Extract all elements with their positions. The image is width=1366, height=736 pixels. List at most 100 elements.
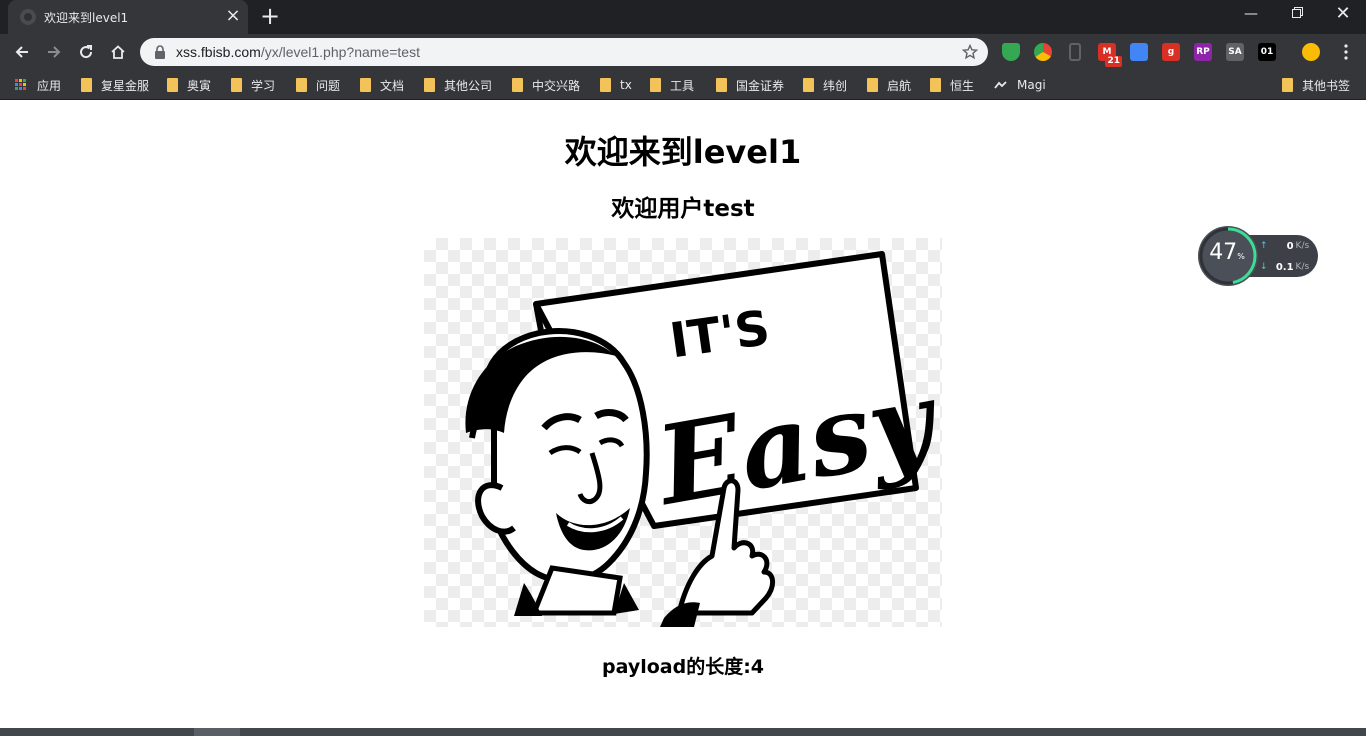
bookmark-folder[interactable]: 中交兴路	[512, 76, 580, 94]
reload-icon	[80, 45, 93, 59]
download-value: 0.1	[1275, 261, 1294, 273]
bookmark-label: 复星金服	[101, 78, 150, 93]
cube-extension-icon[interactable]	[1130, 43, 1148, 61]
folder-icon	[930, 78, 941, 92]
welcome-heading: 欢迎用户test	[611, 196, 755, 222]
folder-icon	[803, 78, 814, 92]
bookmark-label: 工具	[670, 78, 695, 93]
close-window-button[interactable]: ✕	[1320, 0, 1366, 30]
browser-tab[interactable]: 欢迎来到level1 ×	[8, 0, 248, 34]
usage-percent-value: 47	[1209, 240, 1238, 265]
bookmark-extension-icon[interactable]	[1069, 43, 1081, 61]
folder-icon	[81, 78, 92, 92]
bookmark-label: 应用	[37, 78, 62, 93]
bookmark-label: 奥寅	[187, 78, 212, 93]
reload-button[interactable]	[72, 38, 100, 66]
taskbar	[0, 728, 1366, 736]
page-heading: 欢迎来到level1	[564, 133, 802, 171]
bookmark-star-icon[interactable]	[962, 44, 978, 60]
upload-speed: ↑ 0 K/s	[1260, 239, 1316, 253]
bookmark-label: 文档	[380, 78, 405, 93]
taskbar-chrome-item[interactable]	[194, 728, 240, 736]
folder-icon	[650, 78, 661, 92]
usage-gauge: 47%	[1198, 226, 1258, 286]
bookmark-folder[interactable]: 启航	[867, 76, 911, 94]
extension-badge: 21	[1105, 56, 1122, 67]
payload-length-text: payload的长度:4	[601, 656, 765, 678]
bookmark-label: 问题	[316, 78, 341, 93]
menu-button[interactable]	[1332, 38, 1360, 66]
bookmark-apps[interactable]: 应用	[15, 76, 61, 94]
bookmark-label: 启航	[887, 78, 912, 93]
bookmark-folder[interactable]: tx	[600, 76, 632, 94]
red-extension-icon[interactable]: g	[1162, 43, 1180, 61]
restore-button[interactable]	[1274, 0, 1320, 30]
folder-icon	[296, 78, 307, 92]
bookmark-folder[interactable]: 恒生	[930, 76, 974, 94]
more-vert-icon	[1344, 44, 1348, 60]
bookmark-label: Magi	[1017, 78, 1046, 92]
folder-icon	[231, 78, 242, 92]
folder-icon	[600, 78, 611, 92]
download-arrow-icon: ↓	[1260, 262, 1268, 272]
tab-favicon-icon	[20, 9, 36, 25]
restore-icon	[1291, 7, 1303, 18]
bookmark-label: 其他公司	[444, 78, 493, 93]
net-speed-widget[interactable]: 47% ↑ 0 K/s ↓ 0.1 K/s	[1198, 226, 1318, 286]
usage-percent-unit: %	[1237, 252, 1245, 261]
bookmark-folder[interactable]: 奥寅	[167, 76, 211, 94]
bookmark-folder[interactable]: 问题	[296, 76, 340, 94]
home-button[interactable]	[104, 38, 132, 66]
shield-extension-icon[interactable]	[1002, 43, 1020, 61]
url-text[interactable]: xss.fbisb.com/yx/level1.php?name=test	[176, 44, 962, 60]
forward-button[interactable]	[40, 38, 68, 66]
rp-extension-icon[interactable]: RP	[1194, 43, 1212, 61]
zero-one-extension-icon[interactable]: 01	[1258, 43, 1276, 61]
magi-icon	[994, 81, 1007, 89]
tab-title: 欢迎来到level1	[44, 10, 129, 25]
bookmark-folder[interactable]: 纬创	[803, 76, 847, 94]
bookmark-folder[interactable]: 工具	[650, 76, 694, 94]
folder-icon	[512, 78, 523, 92]
its-easy-image: IT'S Easy	[424, 238, 949, 627]
url-host: xss.fbisb.com	[176, 44, 261, 60]
new-tab-button[interactable]: +	[258, 4, 282, 29]
folder-icon	[167, 78, 178, 92]
profile-avatar-icon[interactable]	[1302, 43, 1320, 61]
upload-arrow-icon: ↑	[1260, 241, 1268, 251]
bookmark-label: 其他书签	[1302, 78, 1351, 93]
minimize-button[interactable]: —	[1228, 0, 1274, 30]
back-arrow-icon	[15, 46, 28, 58]
bookmark-folder[interactable]: 复星金服	[81, 76, 149, 94]
apps-grid-icon	[15, 79, 27, 91]
bookmark-label: 学习	[251, 78, 276, 93]
bookmark-folder[interactable]: 国金证券	[716, 76, 784, 94]
page-content: 欢迎来到level1 欢迎用户test IT'S Easy payload的长度…	[0, 101, 1366, 728]
back-button[interactable]	[8, 38, 36, 66]
forward-arrow-icon	[48, 46, 61, 58]
folder-icon	[716, 78, 727, 92]
folder-icon	[867, 78, 878, 92]
bookmark-folder[interactable]: 学习	[231, 76, 275, 94]
extension-label: SA	[1228, 47, 1242, 57]
usage-percent: 47%	[1198, 240, 1256, 265]
lock-icon	[155, 45, 165, 59]
tab-close-icon[interactable]: ×	[222, 6, 244, 28]
download-unit: K/s	[1295, 262, 1310, 272]
upload-value: 0	[1286, 240, 1294, 252]
chrome-extension-icon[interactable]	[1034, 43, 1052, 61]
url-path: /yx/level1.php?name=test	[260, 44, 420, 60]
address-bar[interactable]: xss.fbisb.com/yx/level1.php?name=test	[140, 38, 988, 66]
folder-icon	[1282, 78, 1293, 92]
extension-label: g	[1167, 47, 1175, 57]
extension-label: 01	[1260, 47, 1274, 57]
gmail-extension-icon[interactable]: M 21	[1098, 43, 1122, 67]
bookmark-folder[interactable]: 文档	[360, 76, 404, 94]
bookmark-other[interactable]: 其他书签	[1282, 76, 1350, 94]
its-easy-illustration: IT'S Easy	[465, 251, 949, 627]
bookmark-magi[interactable]: Magi	[994, 76, 1046, 94]
sa-extension-icon[interactable]: SA	[1226, 43, 1244, 61]
bookmark-folder[interactable]: 其他公司	[424, 76, 492, 94]
bookmark-label: 国金证券	[736, 78, 785, 93]
download-speed: ↓ 0.1 K/s	[1260, 260, 1316, 274]
